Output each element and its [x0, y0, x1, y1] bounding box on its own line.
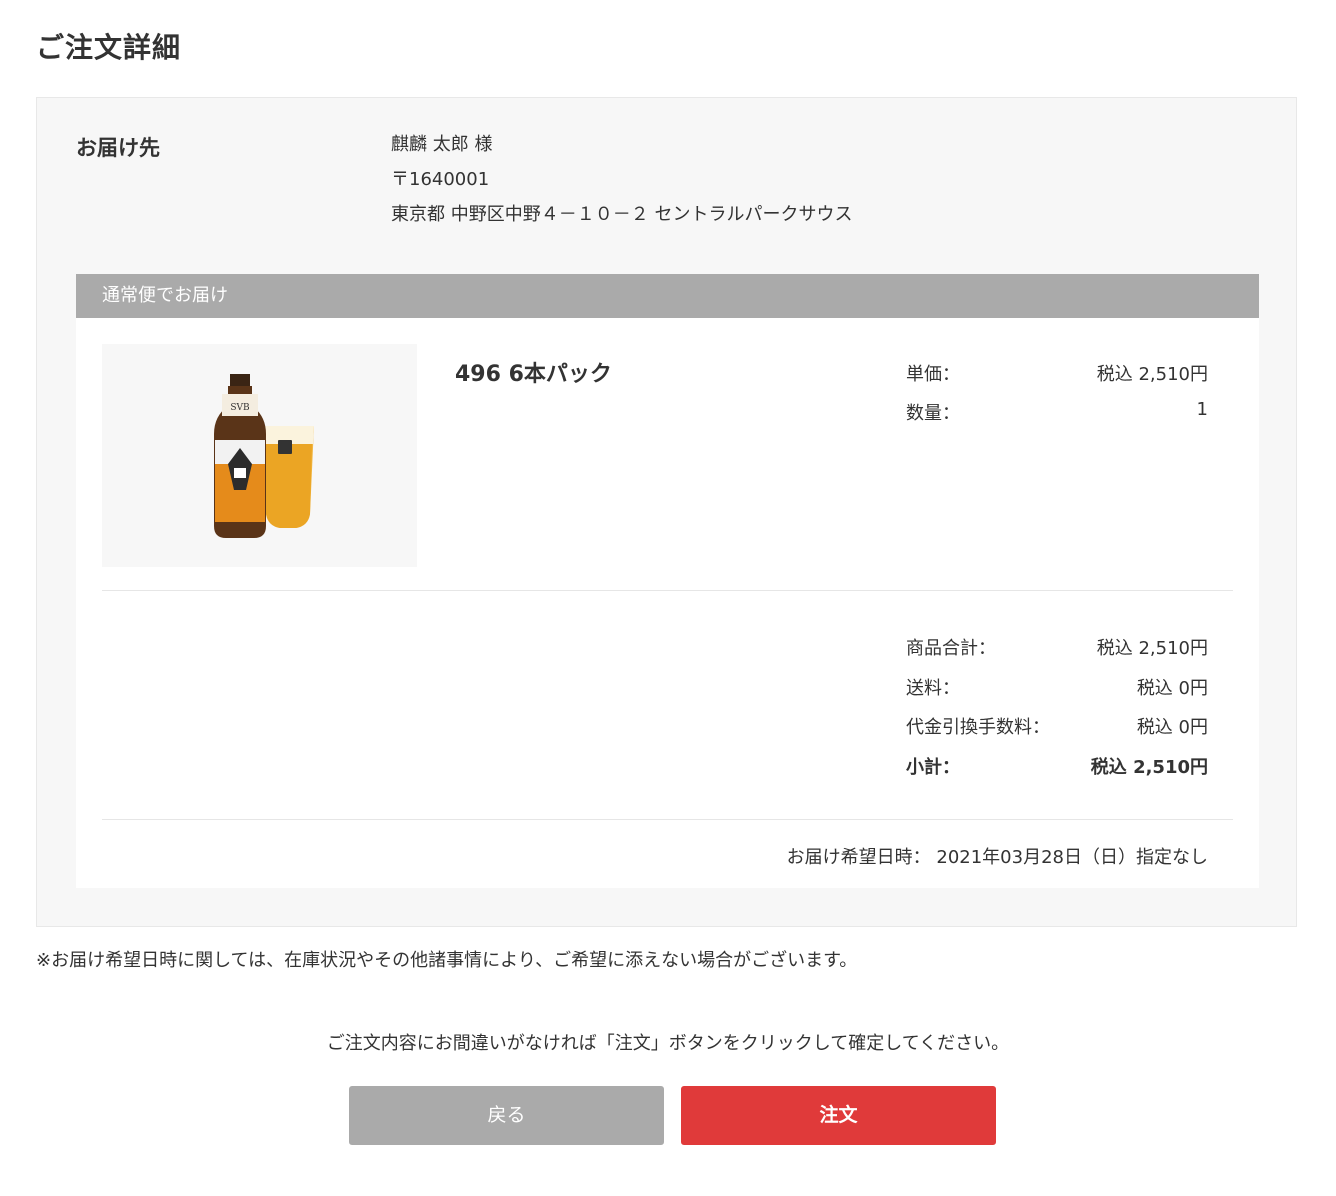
recipient-name: 麒麟 太郎 様	[391, 134, 493, 155]
quantity-label: 数量：	[906, 403, 960, 424]
cod-fee-row: 代金引換手数料： 税込 0円	[906, 713, 1208, 739]
confirm-message: ご注文内容にお間違いがなければ「注文」ボタンをクリックして確定してください。	[326, 1033, 1010, 1054]
postal-code: 〒1640001	[391, 169, 490, 190]
order-detail-panel: お届け先 麒麟 太郎 様 〒1640001 東京都 中野区中野４－１０－２ セン…	[36, 97, 1297, 927]
street-address: 東京都 中野区中野４－１０－２ セントラルパークサウス	[391, 204, 853, 225]
cod-fee-value: 税込 0円	[1136, 717, 1208, 738]
divider	[102, 590, 1233, 591]
subtotal-value: 税込 2,510円	[1090, 757, 1208, 778]
shipping-fee-value: 税込 0円	[1136, 678, 1208, 699]
svg-text:SVB: SVB	[230, 403, 250, 413]
back-button[interactable]: 戻る	[349, 1086, 664, 1145]
page-title: ご注文詳細	[36, 31, 182, 64]
shipping-fee-label: 送料：	[906, 678, 960, 699]
order-button[interactable]: 注文	[681, 1086, 996, 1145]
items-total-value: 税込 2,510円	[1096, 638, 1208, 659]
quantity-row: 数量： 1	[906, 399, 1208, 425]
unit-price-label: 単価：	[906, 364, 960, 385]
beer-bottle-and-glass-image: SVB	[102, 344, 417, 567]
cod-fee-label: 代金引換手数料：	[906, 717, 1050, 738]
product-name: 496 6本パック	[455, 362, 612, 387]
divider	[102, 819, 1233, 820]
address-block: 麒麟 太郎 様 〒1640001 東京都 中野区中野４－１０－２ セントラルパー…	[391, 133, 852, 238]
items-total-row: 商品合計： 税込 2,510円	[906, 634, 1208, 660]
unit-price-value: 税込 2,510円	[1096, 364, 1208, 385]
items-total-label: 商品合計：	[906, 638, 996, 659]
subtotal-row: 小計： 税込 2,510円	[906, 753, 1208, 779]
subtotal-label: 小計：	[906, 757, 960, 778]
shipping-fee-row: 送料： 税込 0円	[906, 674, 1208, 700]
delivery-date: お届け希望日時： 2021年03月28日（日）指定なし	[786, 847, 1208, 868]
shipping-method-header: 通常便でお届け	[76, 274, 1259, 318]
address-label: お届け先	[76, 136, 160, 160]
quantity-value: 1	[1196, 399, 1208, 420]
unit-price-row: 単価： 税込 2,510円	[906, 360, 1208, 386]
delivery-note: ※お届け希望日時に関しては、在庫状況やその他諸事情により、ご希望に添えない場合が…	[36, 950, 858, 971]
shipping-body: SVB 496 6本パック 単価： 税込 2,510円 数量： 1 商品合計： …	[76, 318, 1259, 888]
